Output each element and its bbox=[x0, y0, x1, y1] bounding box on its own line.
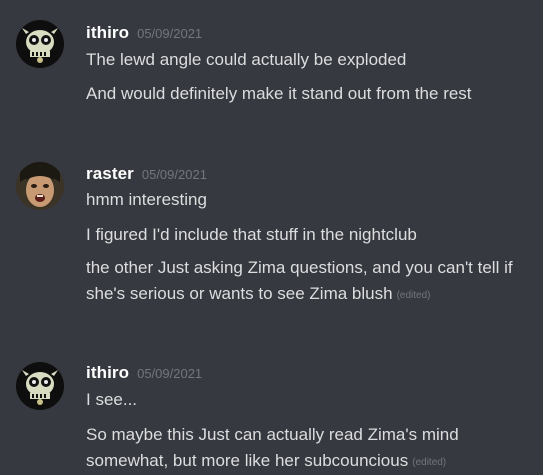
message-text: the other Just asking Zima questions, an… bbox=[86, 255, 526, 309]
message-line-text: I figured I'd include that stuff in the … bbox=[86, 225, 417, 244]
edited-indicator: (edited) bbox=[396, 290, 431, 301]
message-text: hmm interesting bbox=[86, 187, 526, 213]
message-header: ithiro 05/09/2021 bbox=[86, 23, 202, 45]
message-line-text: I see... bbox=[86, 390, 138, 409]
message-line-text: The lewd angle could actually be explode… bbox=[86, 50, 407, 69]
face-photo-icon bbox=[16, 162, 64, 210]
message-text: I figured I'd include that stuff in the … bbox=[86, 222, 526, 248]
user-avatar[interactable] bbox=[16, 20, 64, 68]
message-line-text: the other Just asking Zima questions, an… bbox=[86, 258, 513, 303]
message-header: ithiro 05/09/2021 bbox=[86, 363, 202, 385]
username[interactable]: ithiro bbox=[86, 363, 129, 382]
user-avatar[interactable] bbox=[16, 162, 64, 210]
message-text: I see... bbox=[86, 387, 526, 413]
message-text: The lewd angle could actually be explode… bbox=[86, 47, 526, 73]
username[interactable]: ithiro bbox=[86, 23, 129, 42]
message-header: raster 05/09/2021 bbox=[86, 164, 207, 186]
skull-mask-icon bbox=[16, 362, 64, 410]
message-text: So maybe this Just can actually read Zim… bbox=[86, 422, 526, 475]
message-line-text: And would definitely make it stand out f… bbox=[86, 84, 472, 103]
timestamp: 05/09/2021 bbox=[137, 366, 203, 381]
skull-mask-icon bbox=[16, 20, 64, 68]
message-line-text: hmm interesting bbox=[86, 190, 207, 209]
user-avatar[interactable] bbox=[16, 362, 64, 410]
timestamp: 05/09/2021 bbox=[141, 167, 207, 182]
edited-indicator: (edited) bbox=[412, 457, 447, 468]
message-text: And would definitely make it stand out f… bbox=[86, 81, 526, 107]
message-line-text: So maybe this Just can actually read Zim… bbox=[86, 425, 459, 470]
username[interactable]: raster bbox=[86, 164, 134, 183]
timestamp: 05/09/2021 bbox=[137, 26, 203, 41]
